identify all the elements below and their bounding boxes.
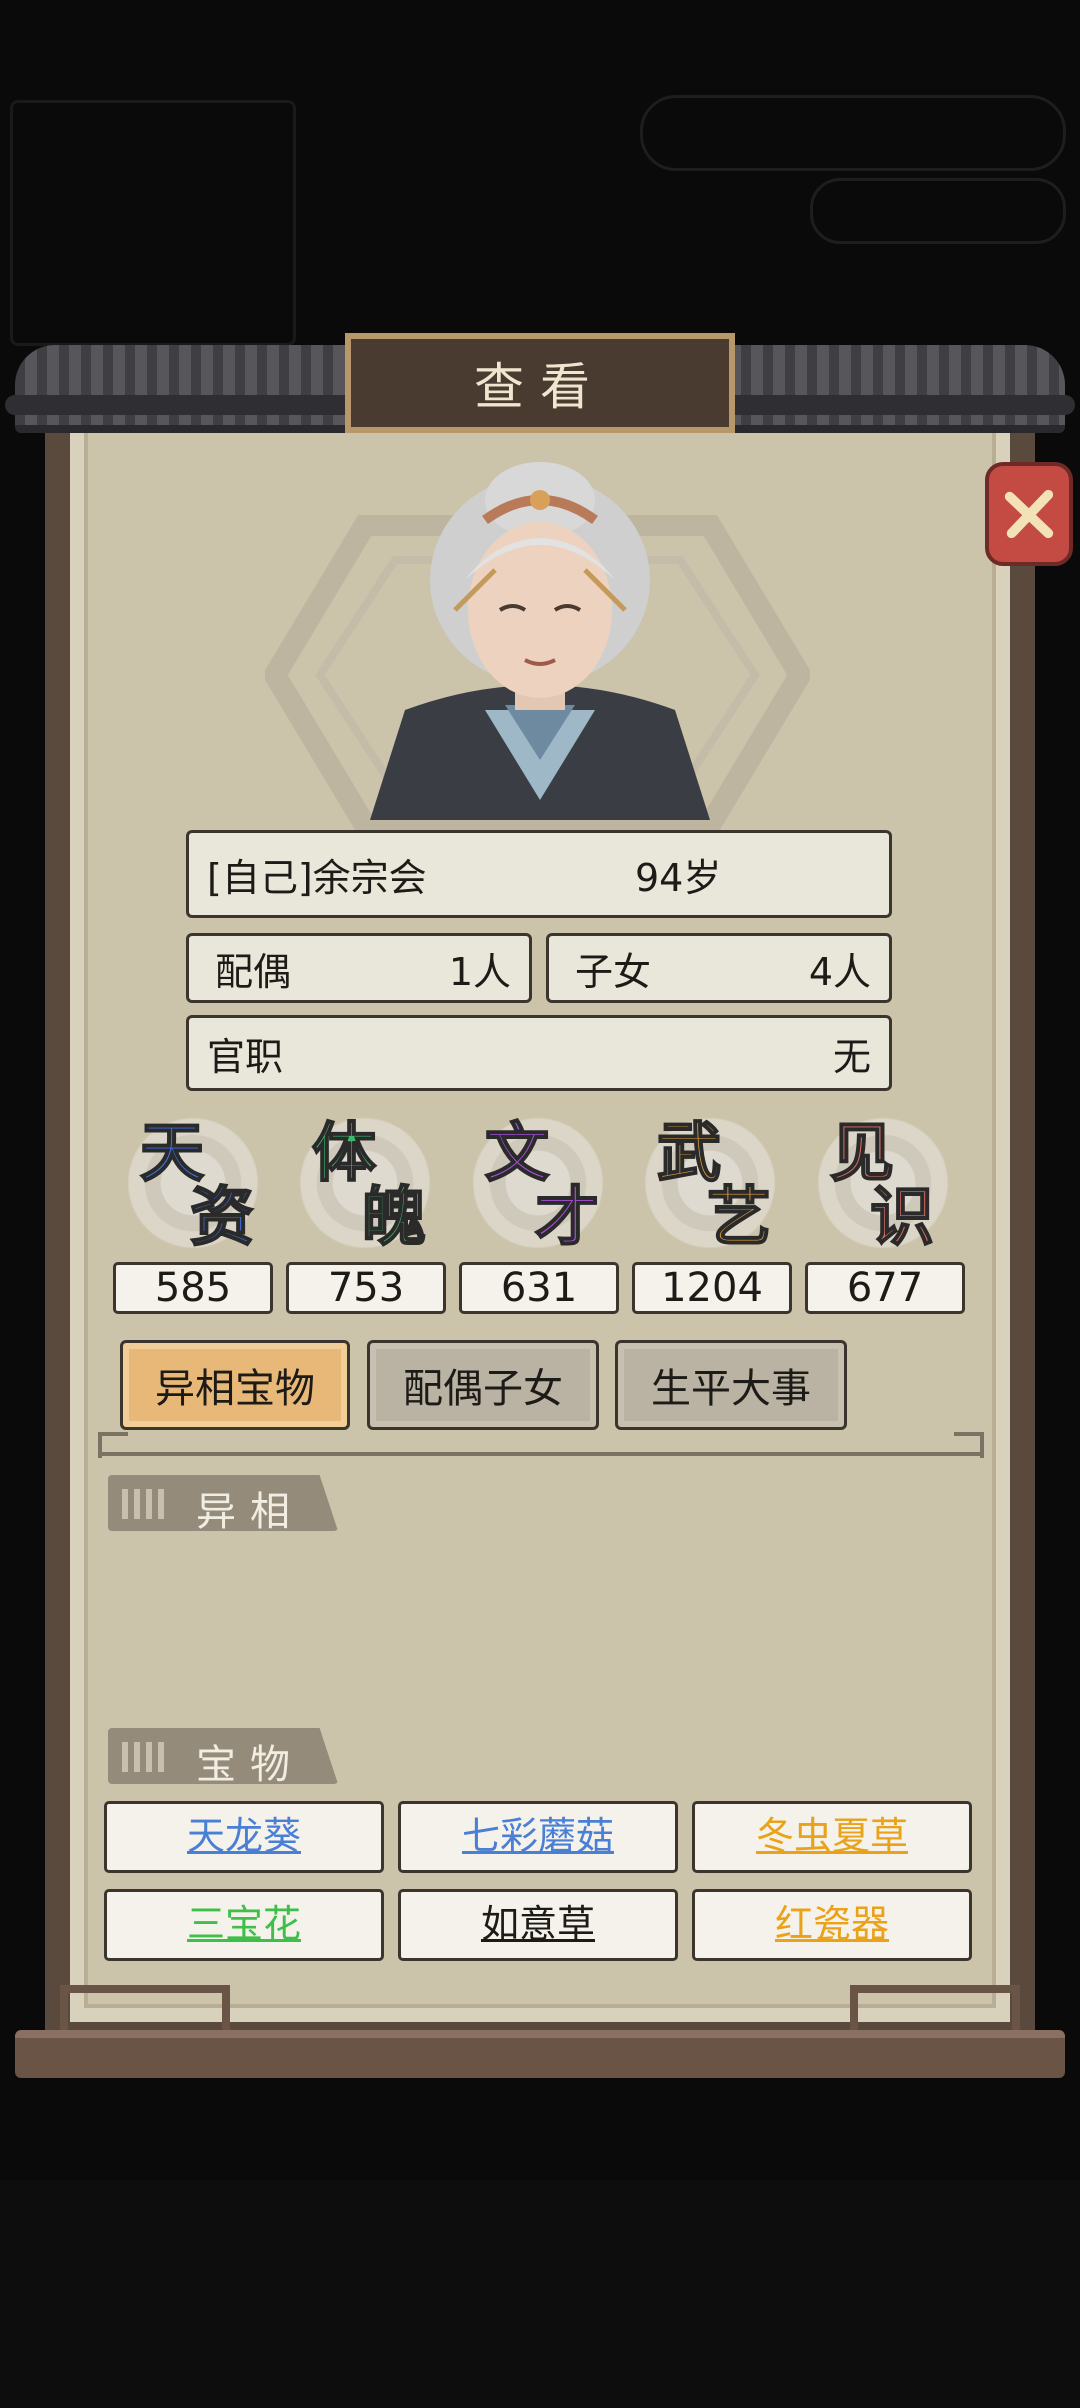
dialog-title-plaque: 查看: [345, 333, 735, 433]
treasures-section-title: 宝物: [196, 1742, 304, 1788]
section-divider: [98, 1452, 980, 1456]
attribute-physique-value: 753: [286, 1262, 446, 1314]
treasure-item[interactable]: 冬虫夏草: [692, 1801, 972, 1873]
treasure-item[interactable]: 如意草: [398, 1889, 678, 1961]
background-currency-pill: [640, 95, 1066, 171]
background-bottom-bar: [0, 2180, 1080, 2408]
lattice-decoration-right: [850, 1985, 1020, 2035]
traits-section-title: 异相: [196, 1489, 304, 1535]
treasure-item[interactable]: 天龙葵: [104, 1801, 384, 1873]
character-portrait: [370, 462, 710, 820]
lattice-decoration-left: [60, 1985, 230, 2035]
spouse-count: 1人: [448, 949, 511, 994]
bottom-rail: [15, 2030, 1065, 2078]
attribute-martial-bottom: 艺: [706, 1180, 772, 1255]
attribute-martial-value: 1204: [632, 1262, 792, 1314]
header-decoration: [122, 1742, 170, 1772]
character-name: [自己]余宗会: [207, 855, 427, 900]
children-label: 子女: [575, 949, 652, 994]
spouse-box: 配偶 1人: [186, 933, 532, 1003]
children-count: 4人: [808, 949, 871, 994]
dialog-title: 查看: [474, 358, 606, 416]
close-x-icon: [1004, 489, 1054, 539]
attribute-talent-value: 585: [113, 1262, 273, 1314]
attribute-literary-value: 631: [459, 1262, 619, 1314]
attribute-talent-top: 天: [139, 1116, 205, 1191]
attribute-insight-top: 见: [829, 1116, 895, 1191]
office-value: 无: [832, 1034, 871, 1079]
attribute-insight-bottom: 识: [869, 1180, 935, 1255]
background-panel: [10, 100, 296, 346]
tab-spouse-children[interactable]: 配偶子女: [367, 1340, 599, 1430]
character-age: 94岁: [635, 855, 722, 900]
traits-section-header: 异相: [108, 1475, 338, 1531]
treasure-item[interactable]: 七彩蘑菇: [398, 1801, 678, 1873]
attribute-physique-top: 体: [311, 1116, 377, 1191]
attribute-talent-bottom: 资: [189, 1180, 255, 1255]
treasures-section-header: 宝物: [108, 1728, 338, 1784]
treasure-item[interactable]: 三宝花: [104, 1889, 384, 1961]
close-button[interactable]: [985, 462, 1073, 566]
children-box: 子女 4人: [546, 933, 892, 1003]
name-age-box: [自己]余宗会 94岁: [186, 830, 892, 918]
header-decoration: [122, 1489, 170, 1519]
office-box: 官职 无: [186, 1015, 892, 1091]
tab-life-events[interactable]: 生平大事: [615, 1340, 847, 1430]
spouse-label: 配偶: [215, 949, 292, 994]
background-currency-pill: [810, 178, 1066, 244]
attribute-physique-bottom: 魄: [361, 1180, 427, 1255]
office-label: 官职: [207, 1034, 284, 1079]
attribute-martial-top: 武: [656, 1116, 722, 1191]
attribute-literary-bottom: 才: [534, 1180, 600, 1255]
tab-traits-treasures[interactable]: 异相宝物: [120, 1340, 350, 1430]
treasure-item[interactable]: 红瓷器: [692, 1889, 972, 1961]
attribute-insight-value: 677: [805, 1262, 965, 1314]
divider-cap-right: [954, 1432, 984, 1458]
attribute-literary-top: 文: [484, 1116, 550, 1191]
